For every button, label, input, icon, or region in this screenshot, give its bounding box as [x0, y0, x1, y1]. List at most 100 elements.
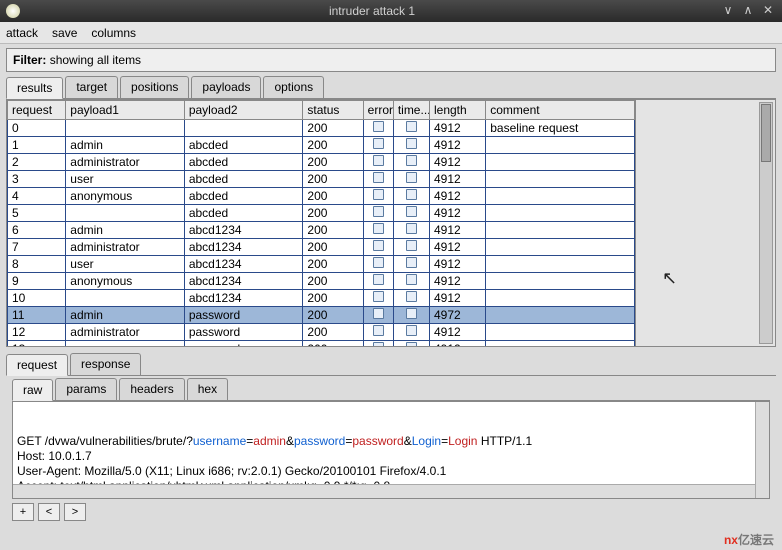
cell[interactable]: [393, 120, 429, 137]
cell[interactable]: anonymous: [66, 273, 185, 290]
col-length[interactable]: length: [429, 101, 485, 120]
cell[interactable]: [486, 154, 635, 171]
tab-target[interactable]: target: [65, 76, 118, 98]
cell[interactable]: [363, 273, 393, 290]
cell[interactable]: password: [184, 324, 303, 341]
checkbox-icon[interactable]: [406, 291, 417, 302]
tab-raw[interactable]: raw: [12, 379, 53, 401]
cell[interactable]: [393, 222, 429, 239]
back-button[interactable]: <: [38, 503, 60, 521]
close-button[interactable]: ✕: [760, 3, 776, 19]
cell[interactable]: 200: [303, 341, 363, 347]
table-row[interactable]: 5abcded2004912: [8, 205, 635, 222]
cell[interactable]: [393, 341, 429, 347]
checkbox-icon[interactable]: [406, 308, 417, 319]
cell[interactable]: 12: [8, 324, 66, 341]
cell[interactable]: 200: [303, 222, 363, 239]
menu-columns[interactable]: columns: [91, 26, 136, 40]
checkbox-icon[interactable]: [373, 189, 384, 200]
cell[interactable]: user: [66, 171, 185, 188]
cell[interactable]: administrator: [66, 324, 185, 341]
cell[interactable]: 200: [303, 205, 363, 222]
raw-request-pane[interactable]: GET /dvwa/vulnerabilities/brute/?usernam…: [12, 401, 770, 499]
cell[interactable]: user: [66, 341, 185, 347]
checkbox-icon[interactable]: [373, 121, 384, 132]
results-table[interactable]: requestpayload1payload2statuserrortime..…: [7, 100, 635, 346]
minimize-button[interactable]: ∨: [720, 3, 736, 19]
cell[interactable]: 9: [8, 273, 66, 290]
cell[interactable]: admin: [66, 307, 185, 324]
maximize-button[interactable]: ∧: [740, 3, 756, 19]
checkbox-icon[interactable]: [373, 291, 384, 302]
cell[interactable]: 11: [8, 307, 66, 324]
table-row[interactable]: 9anonymousabcd12342004912: [8, 273, 635, 290]
cell[interactable]: [486, 222, 635, 239]
cell[interactable]: 4912: [429, 137, 485, 154]
table-row[interactable]: 7administratorabcd12342004912: [8, 239, 635, 256]
cell[interactable]: [363, 188, 393, 205]
scrollbar-horizontal[interactable]: [13, 484, 755, 498]
checkbox-icon[interactable]: [406, 172, 417, 183]
checkbox-icon[interactable]: [406, 155, 417, 166]
menu-attack[interactable]: attack: [6, 26, 38, 40]
cell[interactable]: abcded: [184, 171, 303, 188]
checkbox-icon[interactable]: [373, 257, 384, 268]
cell[interactable]: [486, 307, 635, 324]
cell[interactable]: 4912: [429, 256, 485, 273]
table-row[interactable]: 2administratorabcded2004912: [8, 154, 635, 171]
cell[interactable]: 5: [8, 205, 66, 222]
cell[interactable]: 200: [303, 171, 363, 188]
cell[interactable]: abcd1234: [184, 273, 303, 290]
cell[interactable]: [363, 154, 393, 171]
checkbox-icon[interactable]: [373, 325, 384, 336]
cell[interactable]: 8: [8, 256, 66, 273]
col-comment[interactable]: comment: [486, 101, 635, 120]
cell[interactable]: admin: [66, 222, 185, 239]
checkbox-icon[interactable]: [373, 172, 384, 183]
cell[interactable]: 4912: [429, 120, 485, 137]
col-payload1[interactable]: payload1: [66, 101, 185, 120]
cell[interactable]: [363, 256, 393, 273]
cell[interactable]: 4912: [429, 154, 485, 171]
checkbox-icon[interactable]: [406, 206, 417, 217]
cell[interactable]: [486, 171, 635, 188]
cell[interactable]: [363, 137, 393, 154]
menu-save[interactable]: save: [52, 26, 77, 40]
col-request[interactable]: request: [8, 101, 66, 120]
cell[interactable]: [393, 290, 429, 307]
cell[interactable]: [393, 239, 429, 256]
checkbox-icon[interactable]: [406, 240, 417, 251]
cell[interactable]: [486, 273, 635, 290]
add-button[interactable]: +: [12, 503, 34, 521]
table-row[interactable]: 12administratorpassword2004912: [8, 324, 635, 341]
tab-results[interactable]: results: [6, 77, 63, 99]
cell[interactable]: 4912: [429, 222, 485, 239]
cell[interactable]: abcd1234: [184, 239, 303, 256]
checkbox-icon[interactable]: [406, 121, 417, 132]
cell[interactable]: password: [184, 307, 303, 324]
cell[interactable]: [393, 171, 429, 188]
cell[interactable]: [486, 256, 635, 273]
cell[interactable]: 200: [303, 273, 363, 290]
checkbox-icon[interactable]: [406, 138, 417, 149]
cell[interactable]: [363, 341, 393, 347]
cell[interactable]: password: [184, 341, 303, 347]
cell[interactable]: 4972: [429, 307, 485, 324]
cell[interactable]: 7: [8, 239, 66, 256]
col-payload2[interactable]: payload2: [184, 101, 303, 120]
cell[interactable]: [393, 188, 429, 205]
checkbox-icon[interactable]: [373, 138, 384, 149]
cell[interactable]: [363, 324, 393, 341]
cell[interactable]: 10: [8, 290, 66, 307]
cell[interactable]: [393, 307, 429, 324]
tab-payloads[interactable]: payloads: [191, 76, 261, 98]
table-row[interactable]: 02004912baseline request: [8, 120, 635, 137]
col-timeout[interactable]: time...: [393, 101, 429, 120]
cell[interactable]: [184, 120, 303, 137]
cell[interactable]: 0: [8, 120, 66, 137]
filter-bar[interactable]: Filter: showing all items: [6, 48, 776, 72]
cell[interactable]: 3: [8, 171, 66, 188]
cell[interactable]: abcd1234: [184, 222, 303, 239]
cell[interactable]: 4: [8, 188, 66, 205]
scrollbar-vertical[interactable]: [755, 402, 769, 498]
